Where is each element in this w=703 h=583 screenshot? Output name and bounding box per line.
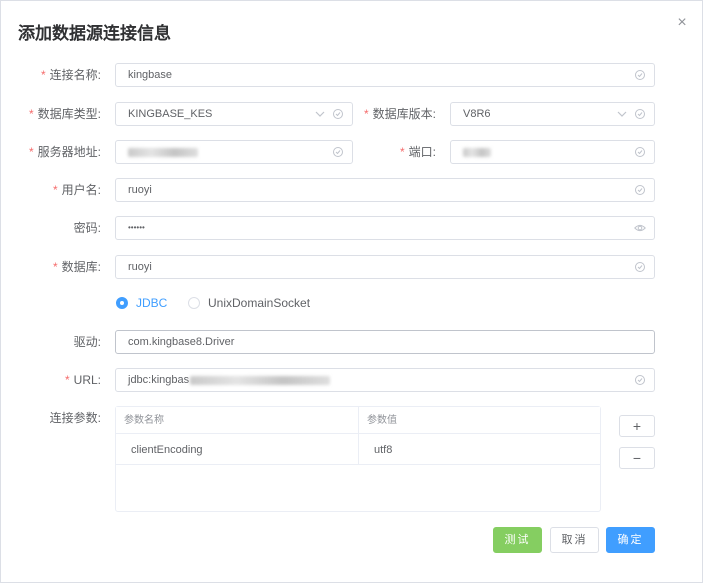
params-table: 参数名称 参数值 clientEncoding utf8	[115, 406, 601, 512]
database-input[interactable]: ruoyi	[115, 255, 655, 279]
driver-input[interactable]: com.kingbase8.Driver	[115, 330, 655, 354]
db-version-select[interactable]: V8R6	[450, 102, 655, 126]
table-header-param-name: 参数名称	[116, 407, 358, 434]
url-input[interactable]: jdbc:kingbas	[115, 368, 655, 392]
chevron-down-icon	[315, 111, 325, 117]
name-value: kingbase	[128, 69, 173, 81]
db-version-value: V8R6	[463, 108, 491, 120]
radio-jdbc[interactable]: JDBC	[116, 296, 167, 310]
test-button[interactable]: 测试	[493, 527, 542, 553]
table-header-param-value: 参数值	[359, 407, 600, 434]
add-param-button[interactable]: +	[619, 415, 655, 437]
check-circle-icon	[635, 70, 645, 80]
password-input[interactable]: ••••••	[115, 216, 655, 240]
db-type-value: KINGBASE_KES	[128, 108, 213, 120]
url-label: * URL:	[64, 373, 101, 387]
check-circle-icon	[635, 147, 645, 157]
cancel-button[interactable]: 取消	[550, 527, 599, 553]
port-label: * 端口:	[399, 145, 436, 159]
check-circle-icon	[333, 109, 343, 119]
radio-dot-icon	[116, 297, 128, 309]
db-type-select[interactable]: KINGBASE_KES	[115, 102, 353, 126]
password-value: ••••••	[128, 223, 145, 232]
check-circle-icon	[635, 185, 645, 195]
name-label: * 连接名称:	[40, 68, 101, 82]
host-input[interactable]	[115, 140, 353, 164]
check-circle-icon	[635, 262, 645, 272]
port-value	[463, 141, 491, 163]
database-value: ruoyi	[128, 261, 152, 273]
username-label: * 用户名:	[52, 183, 101, 197]
db-type-label: * 数据库类型:	[28, 107, 101, 121]
driver-label: 驱动:	[73, 335, 101, 349]
close-icon[interactable]: ×	[674, 15, 690, 31]
eye-icon[interactable]	[634, 222, 646, 234]
table-cell-param-value[interactable]: utf8	[359, 435, 600, 465]
table-cell-param-name[interactable]: clientEncoding	[116, 435, 358, 465]
chevron-down-icon	[617, 111, 627, 117]
host-value	[128, 141, 198, 163]
url-value: jdbc:kingbas	[128, 369, 331, 391]
add-datasource-dialog: 添加数据源连接信息 × * 连接名称: kingbase * 数据库类型: KING…	[0, 0, 703, 583]
name-input[interactable]: kingbase	[115, 63, 655, 87]
check-circle-icon	[635, 109, 645, 119]
password-label: 密码:	[73, 221, 101, 235]
username-input[interactable]: ruoyi	[115, 178, 655, 202]
check-circle-icon	[635, 375, 645, 385]
radio-dot-icon	[188, 297, 200, 309]
port-input[interactable]	[450, 140, 655, 164]
remove-param-button[interactable]: −	[619, 447, 655, 469]
username-value: ruoyi	[128, 184, 152, 196]
params-label: 连接参数:	[49, 411, 101, 425]
radio-unix-label: UnixDomainSocket	[208, 296, 311, 310]
radio-jdbc-label: JDBC	[136, 296, 168, 310]
database-label: * 数据库:	[52, 260, 101, 274]
host-label: * 服务器地址:	[28, 145, 101, 159]
confirm-button[interactable]: 确定	[606, 527, 655, 553]
radio-unix-domain-socket[interactable]: UnixDomainSocket	[188, 296, 310, 310]
driver-value: com.kingbase8.Driver	[128, 336, 235, 348]
dialog-title: 添加数据源连接信息	[18, 24, 171, 43]
check-circle-icon	[333, 147, 343, 157]
db-version-label: * 数据库版本:	[363, 107, 436, 121]
